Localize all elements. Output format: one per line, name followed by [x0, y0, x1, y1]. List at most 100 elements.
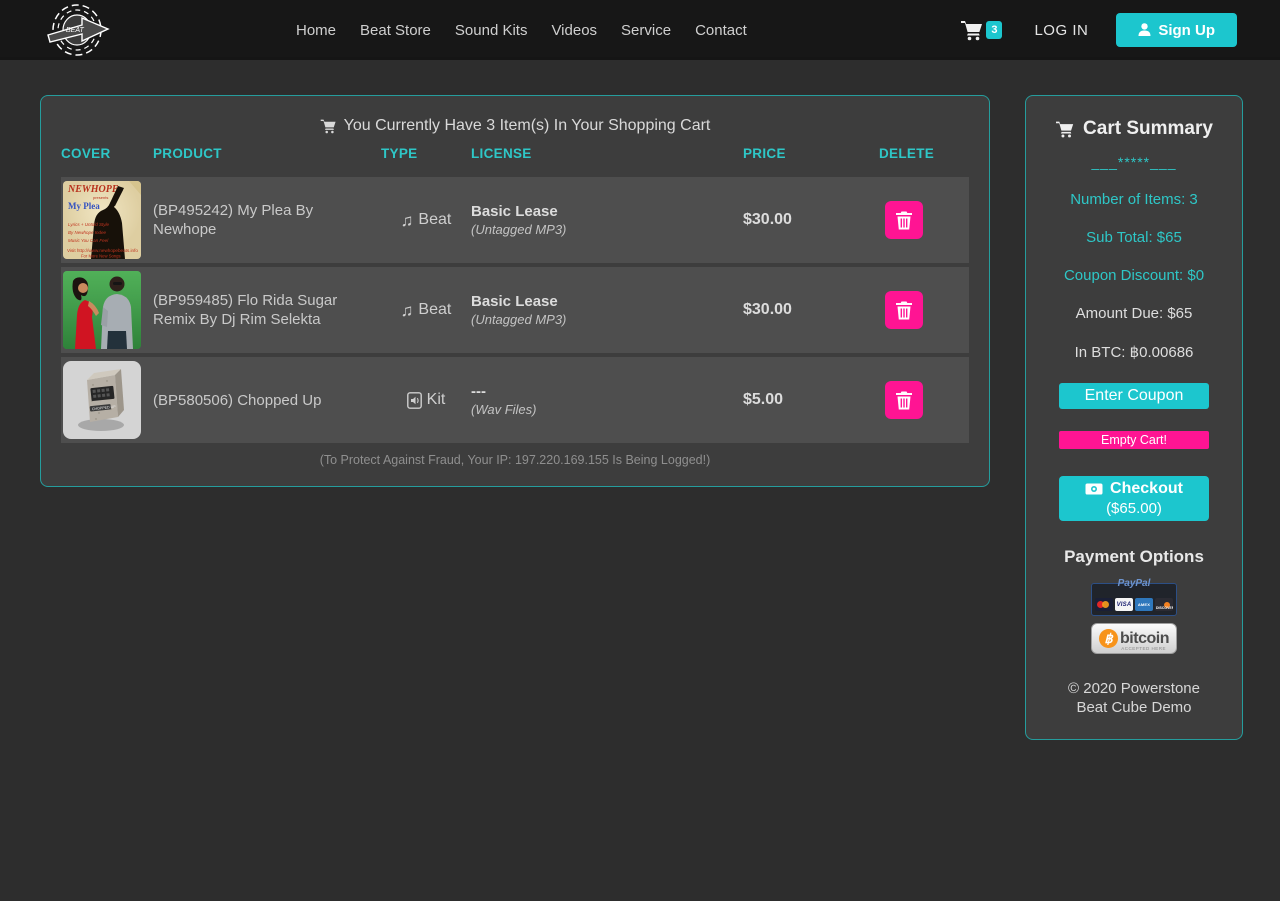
license-name: Basic Lease — [471, 203, 743, 220]
trash-icon — [896, 301, 912, 320]
type-cell: Kit — [381, 391, 471, 409]
music-note-icon: ♫ — [401, 212, 414, 229]
cart-title-text: You Currently Have 3 Item(s) In Your Sho… — [344, 117, 711, 135]
column-header-type: TYPE — [381, 146, 471, 161]
nav-item-contact[interactable]: Contact — [695, 22, 747, 39]
empty-cart-button[interactable]: Empty Cart! — [1059, 431, 1209, 449]
cover-art-flo-rida[interactable] — [63, 271, 141, 349]
column-header-product: PRODUCT — [153, 146, 381, 161]
cart-icon — [960, 19, 984, 41]
copyright-line1: © 2020 Powerstone — [1068, 680, 1200, 697]
product-cell: (BP959485) Flo Rida Sugar Remix By Dj Ri… — [153, 291, 381, 329]
delete-cell — [879, 291, 969, 329]
product-name: (BP959485) Flo Rida Sugar Remix By Dj Ri… — [153, 291, 367, 329]
fraud-notice: (To Protect Against Fraud, Your IP: 197.… — [41, 453, 989, 467]
license-detail: (Wav Files) — [471, 402, 743, 417]
delete-cell — [879, 201, 969, 239]
paypal-payment-badge[interactable]: PayPal VISA AMEX DISCOVER — [1091, 583, 1177, 616]
price-value: $5.00 — [743, 391, 879, 409]
login-link[interactable]: LOG IN — [1034, 22, 1088, 39]
kit-file-icon — [407, 392, 422, 409]
product-cell: (BP495242) My Plea By Newhope — [153, 201, 381, 239]
copyright-line2: Beat Cube Demo — [1076, 699, 1191, 716]
cover-art-chopped-up[interactable]: CHOPPED UP — [63, 361, 141, 439]
cart-summary-panel: Cart Summary ___*****___ Number of Items… — [1025, 95, 1243, 740]
column-header-delete: DELETE — [879, 146, 969, 161]
cart-icon — [320, 118, 337, 134]
nav-item-videos[interactable]: Videos — [551, 22, 597, 39]
cover-cell — [61, 271, 153, 349]
svg-text:BEAT: BEAT — [66, 27, 84, 34]
price-cell: $30.00 — [743, 301, 879, 319]
cover-cell: CHOPPED UP — [61, 361, 153, 439]
type-cell: ♫ Beat — [381, 301, 471, 319]
delete-item-button[interactable] — [885, 381, 923, 419]
banknote-icon — [1085, 483, 1103, 495]
cover-cell: NEWHOPE presents My Plea Lyrics + Untold… — [61, 181, 153, 259]
product-cell: (BP580506) Chopped Up — [153, 391, 381, 410]
top-navbar: BEAT Home Beat Store Sound Kits Videos S… — [0, 0, 1280, 60]
card-logos: VISA AMEX DISCOVER — [1095, 598, 1173, 611]
nav-item-home[interactable]: Home — [296, 22, 336, 39]
svg-text:Visit http://www.newhopebeats.: Visit http://www.newhopebeats.info — [67, 248, 138, 253]
svg-text:presents: presents — [93, 195, 108, 200]
column-header-cover: COVER — [61, 146, 153, 161]
price-cell: $5.00 — [743, 391, 879, 409]
type-label: Beat — [418, 211, 451, 229]
coupon-discount: Coupon Discount: $0 — [1026, 267, 1242, 284]
discover-icon: DISCOVER — [1155, 598, 1173, 611]
nav-item-beat-store[interactable]: Beat Store — [360, 22, 431, 39]
bitcoin-payment-badge[interactable]: ฿ bitcoin ACCEPTED HERE — [1091, 623, 1177, 654]
cart-summary-title-text: Cart Summary — [1083, 118, 1213, 140]
delete-item-button[interactable] — [885, 201, 923, 239]
column-header-price: PRICE — [743, 146, 879, 161]
cart-count-badge: 3 — [986, 21, 1002, 39]
signup-label: Sign Up — [1158, 22, 1215, 39]
nav-item-service[interactable]: Service — [621, 22, 671, 39]
nav-right-group: 3 LOG IN Sign Up — [960, 0, 1237, 60]
column-header-license: LICENSE — [471, 146, 743, 161]
delete-item-button[interactable] — [885, 291, 923, 329]
product-name: (BP580506) Chopped Up — [153, 391, 367, 410]
product-name: (BP495242) My Plea By Newhope — [153, 201, 367, 239]
price-cell: $30.00 — [743, 211, 879, 229]
price-value: $30.00 — [743, 301, 879, 319]
payment-options-title: Payment Options — [1026, 547, 1242, 567]
type-cell: ♫ Beat — [381, 211, 471, 229]
svg-text:For More New Songs: For More New Songs — [81, 254, 121, 259]
mastercard-icon — [1095, 598, 1113, 611]
checkout-amount: ($65.00) — [1106, 499, 1162, 519]
svg-text:Music You Can Feel: Music You Can Feel — [68, 238, 109, 243]
brand-logo[interactable]: BEAT — [42, 2, 114, 58]
svg-text:NEWHOPE: NEWHOPE — [67, 184, 119, 195]
cart-summary-title: Cart Summary — [1026, 118, 1242, 140]
music-note-icon: ♫ — [401, 302, 414, 319]
cart-rows: NEWHOPE presents My Plea Lyrics + Untold… — [61, 177, 969, 447]
cart-panel-title: You Currently Have 3 Item(s) In Your Sho… — [41, 117, 989, 135]
price-value: $30.00 — [743, 211, 879, 229]
nav-item-sound-kits[interactable]: Sound Kits — [455, 22, 528, 39]
cart-icon — [1055, 120, 1075, 138]
visa-icon: VISA — [1115, 598, 1133, 611]
svg-text:Lyrics + Untold Style: Lyrics + Untold Style — [68, 222, 110, 227]
summary-divider: ___*****___ — [1026, 154, 1242, 170]
enter-coupon-button[interactable]: Enter Coupon — [1059, 383, 1209, 409]
table-row: CHOPPED UP (BP580506) Chopped Up Kit — [61, 357, 969, 443]
amount-due: Amount Due: $65 — [1026, 305, 1242, 322]
nav-cart-button[interactable]: 3 — [960, 19, 1002, 41]
checkout-label: Checkout — [1110, 479, 1183, 499]
type-label: Beat — [418, 301, 451, 319]
shopping-cart-panel: You Currently Have 3 Item(s) In Your Sho… — [40, 95, 990, 487]
license-cell: Basic Lease (Untagged MP3) — [471, 293, 743, 327]
brand-logo-icon: BEAT — [42, 2, 114, 58]
bitcoin-icon: ฿ — [1099, 629, 1118, 648]
checkout-button[interactable]: Checkout ($65.00) — [1059, 476, 1209, 521]
amex-icon: AMEX — [1135, 598, 1153, 611]
cover-art-my-plea[interactable]: NEWHOPE presents My Plea Lyrics + Untold… — [63, 181, 141, 259]
cart-table-header: COVER PRODUCT TYPE LICENSE PRICE DELETE — [61, 146, 969, 161]
sub-total: Sub Total: $65 — [1026, 229, 1242, 246]
person-icon — [1138, 23, 1151, 37]
btc-amount: In BTC: ฿0.00686 — [1026, 343, 1242, 361]
signup-button[interactable]: Sign Up — [1116, 13, 1237, 47]
license-detail: (Untagged MP3) — [471, 222, 743, 237]
